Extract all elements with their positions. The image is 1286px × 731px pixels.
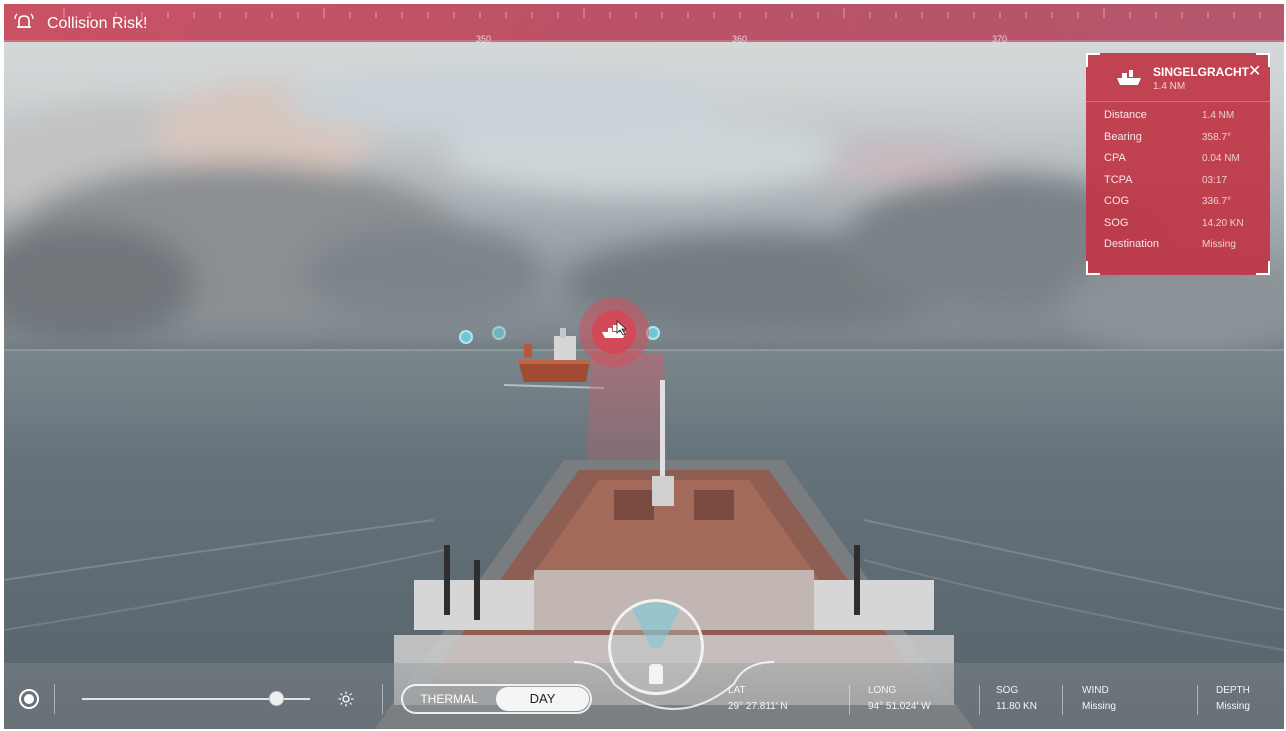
own-ship-icon: [649, 664, 663, 684]
divider: [382, 684, 383, 714]
camera-view: 350 360 370 Collision Risk! SINGELGRACHT…: [4, 4, 1284, 729]
heading-label-360: 360: [732, 34, 748, 44]
panel-header: SINGELGRACHT 1.4 NM ✕: [1086, 53, 1270, 102]
info-row-sog: SOG 14.20 KN: [1104, 216, 1244, 229]
stat-lat: LAT 29° 27.811' N: [728, 685, 788, 712]
stat-long: LONG 94° 51.024' W: [868, 685, 931, 712]
alarm-bell-icon: [14, 13, 34, 28]
divider: [849, 685, 850, 715]
mode-thermal-option[interactable]: THERMAL: [404, 687, 494, 711]
ship-icon: [1117, 70, 1141, 85]
divider: [1062, 685, 1063, 715]
divider: [1197, 685, 1198, 715]
info-row-distance: Distance 1.4 NM: [1104, 109, 1235, 121]
view-cone: [629, 602, 683, 648]
record-button[interactable]: [19, 689, 39, 709]
mouse-cursor-icon: [616, 320, 628, 336]
stat-wind: WIND Missing: [1082, 685, 1116, 712]
info-row-tcpa: TCPA 03:17: [1104, 173, 1228, 186]
info-row-bearing: Bearing 358.7°: [1104, 130, 1232, 143]
target-info-rows: Distance 1.4 NM Bearing 358.7° CPA 0.04 NM …: [1104, 105, 1264, 256]
ais-target-marker[interactable]: [492, 326, 506, 340]
heading-compass: [608, 599, 704, 695]
heading-label-350: 350: [476, 34, 492, 44]
ais-target-marker[interactable]: [459, 330, 473, 344]
heading-label-370: 370: [992, 34, 1008, 44]
stat-sog: SOG 11.80 KN: [996, 685, 1037, 712]
alert-title: Collision Risk!: [47, 15, 148, 32]
brightness-slider-thumb[interactable]: [268, 691, 284, 706]
stat-depth: DEPTH Missing: [1216, 685, 1250, 712]
divider: [54, 684, 55, 714]
heading-scale: [4, 8, 1284, 42]
close-icon[interactable]: ✕: [1248, 61, 1261, 81]
info-row-destination: Destination Missing: [1104, 238, 1236, 250]
vessel-name: SINGELGRACHT: [1153, 65, 1249, 79]
info-row-cpa: CPA 0.04 NM: [1104, 152, 1240, 164]
vessel-range: 1.4 NM: [1153, 81, 1186, 92]
brightness-icon: [338, 691, 354, 707]
divider: [979, 685, 980, 715]
selected-target[interactable]: [592, 310, 636, 354]
info-row-cog: COG 336.7°: [1104, 195, 1232, 207]
target-info-panel: SINGELGRACHT 1.4 NM ✕ Distance 1.4 NM Bea…: [1086, 53, 1270, 275]
